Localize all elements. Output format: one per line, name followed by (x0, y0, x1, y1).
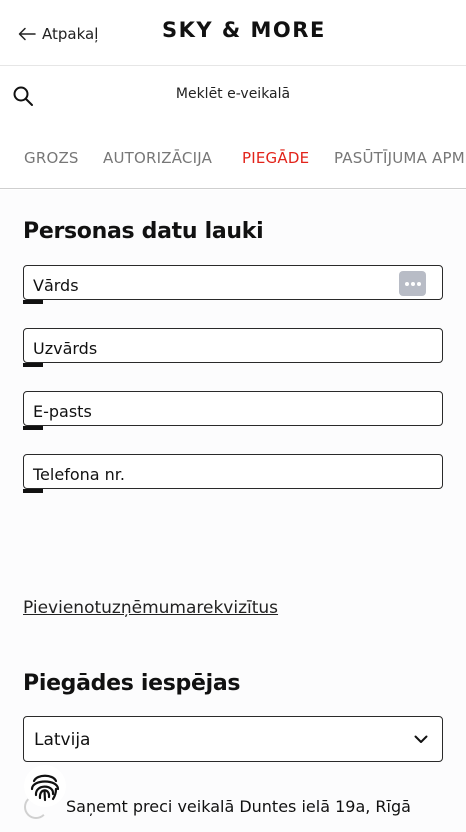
field-focus-bar (23, 300, 43, 304)
tab-payment[interactable]: PASŪTĪJUMA APM (334, 149, 465, 167)
checkout-steps: GROZS AUTORIZĀCIJA PIEGĀDE PASŪTĪJUMA AP… (0, 126, 466, 189)
country-select[interactable]: Latvija (23, 716, 443, 762)
chevron-down-icon (414, 735, 428, 743)
phone-field[interactable]: Telefona nr. (23, 454, 443, 493)
brand-logo[interactable]: SKY & MORE (162, 18, 326, 42)
back-label: Atpakaļ (42, 25, 99, 43)
tab-authorization[interactable]: AUTORIZĀCIJA (103, 149, 212, 167)
first-name-field[interactable]: Vārds (23, 265, 443, 304)
field-focus-bar (23, 426, 43, 430)
email-label: E-pasts (33, 402, 92, 421)
email-field[interactable]: E-pasts (23, 391, 443, 430)
back-button[interactable]: Atpakaļ (18, 22, 98, 46)
tab-cart[interactable]: GROZS (24, 149, 79, 167)
fingerprint-icon[interactable] (24, 765, 66, 807)
field-focus-bar (23, 489, 43, 493)
phone-label: Telefona nr. (33, 465, 125, 484)
search-bar[interactable]: Meklēt e-veikalā (0, 67, 466, 125)
arrow-left-icon (18, 27, 36, 41)
tab-delivery[interactable]: PIEGĀDE (242, 149, 309, 167)
country-value: Latvija (34, 730, 91, 750)
last-name-field[interactable]: Uzvārds (23, 328, 443, 367)
store-pickup-label[interactable]: Saņemt preci veikalā Duntes ielā 19a, Rī… (66, 797, 411, 816)
personal-data-title: Personas datu lauki (23, 219, 264, 244)
last-name-label: Uzvārds (33, 339, 98, 358)
top-header: Atpakaļ SKY & MORE (0, 0, 466, 66)
search-placeholder[interactable]: Meklēt e-veikalā (0, 86, 466, 102)
delivery-options-title: Piegādes iespējas (23, 671, 241, 696)
field-focus-bar (23, 363, 43, 367)
password-manager-icon[interactable] (399, 271, 426, 296)
add-company-details-link[interactable]: Pievienotuzņēmumarekvizītus (23, 598, 278, 618)
first-name-label: Vārds (33, 276, 79, 295)
